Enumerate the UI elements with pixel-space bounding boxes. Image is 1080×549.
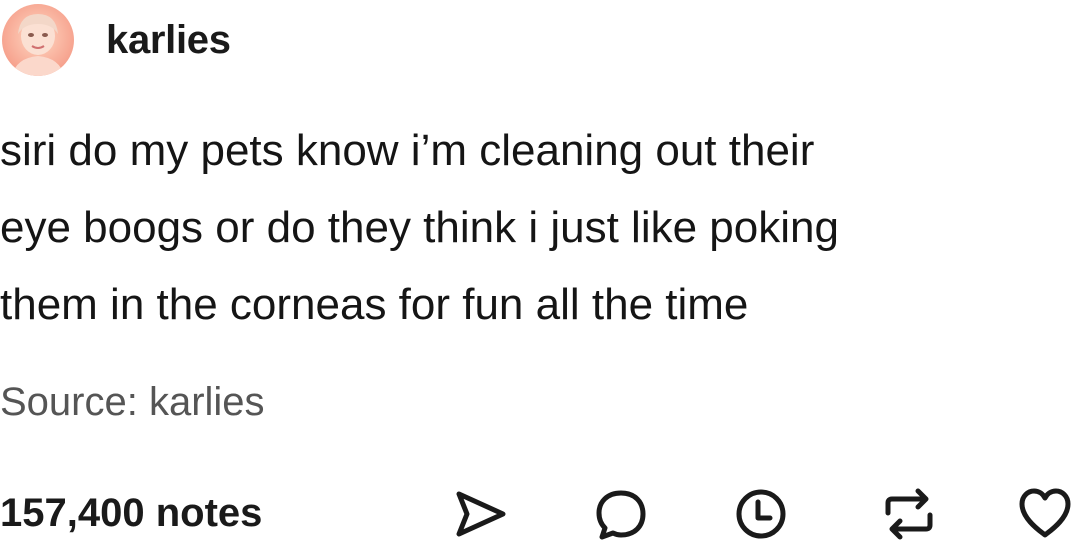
history-button[interactable] [732, 485, 790, 543]
heart-icon [1019, 488, 1071, 538]
post-header: karlies [0, 2, 231, 78]
notes-count[interactable]: 157,400 notes [0, 491, 262, 536]
avatar[interactable] [2, 4, 74, 76]
reblog-button[interactable] [880, 485, 938, 543]
source-link[interactable]: Source: karlies [0, 380, 265, 425]
avatar-image [2, 4, 74, 76]
share-button[interactable] [452, 485, 510, 543]
post-text-line: them in the corneas for fun all the time [0, 280, 749, 329]
reply-icon [596, 490, 646, 540]
reblog-icon [885, 488, 933, 540]
username[interactable]: karlies [106, 18, 231, 63]
post-body: siri do my pets know i’m cleaning out th… [0, 112, 1070, 343]
history-icon [736, 489, 786, 539]
like-button[interactable] [1016, 485, 1074, 543]
reply-button[interactable] [592, 485, 650, 543]
post-footer: 157,400 notes [0, 485, 1080, 549]
post-text-line: eye boogs or do they think i just like p… [0, 203, 839, 252]
share-icon [456, 491, 506, 537]
post-text-line: siri do my pets know i’m cleaning out th… [0, 126, 815, 175]
